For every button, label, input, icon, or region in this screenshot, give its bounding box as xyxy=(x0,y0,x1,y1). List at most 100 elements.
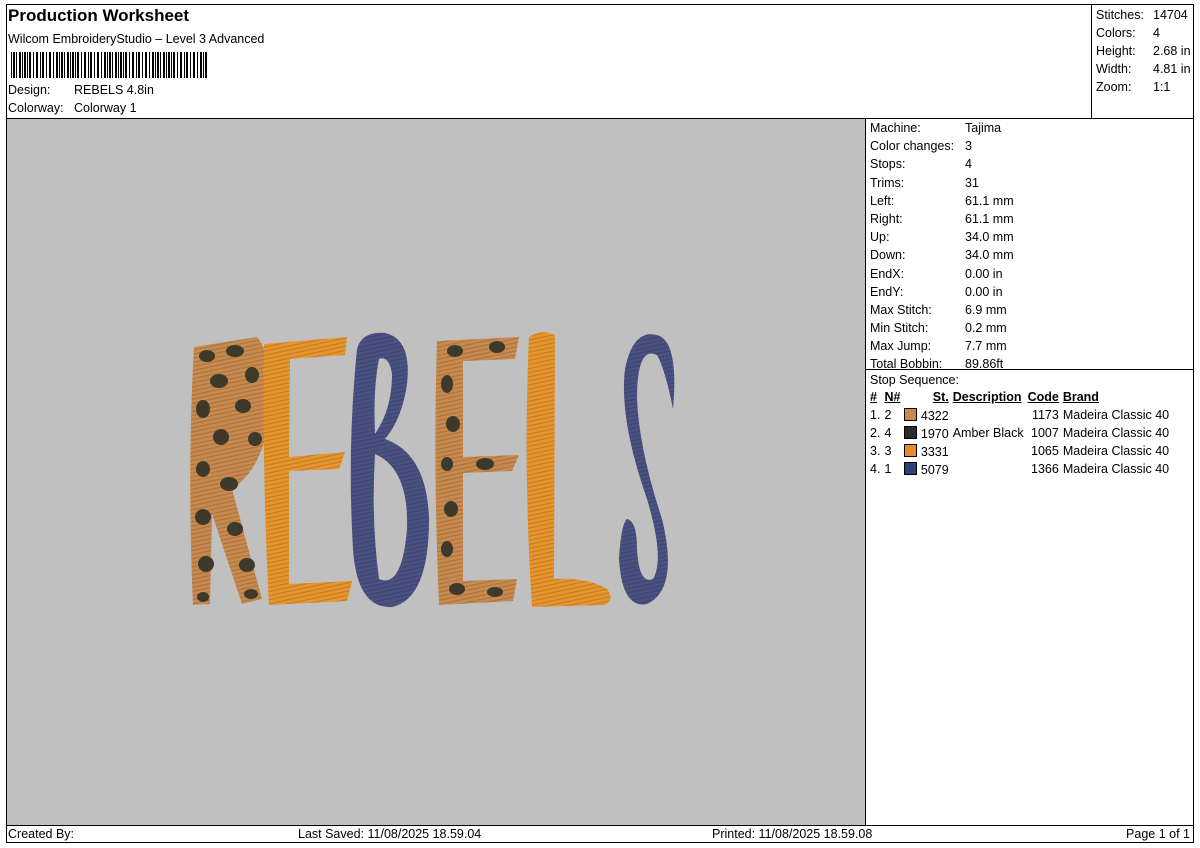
row-description xyxy=(951,442,1026,460)
page-title: Production Worksheet xyxy=(8,6,190,25)
row-code: 1173 xyxy=(1031,408,1059,422)
summary-row: Width: 4.81 in xyxy=(1096,60,1191,78)
spec-value: Tajima xyxy=(965,121,1002,135)
row-needle: 2 xyxy=(884,408,892,422)
spec-row: Max Jump: 7.7 mm xyxy=(870,337,1014,355)
summary-label: Stitches: xyxy=(1096,8,1144,22)
summary-panel: Stitches: 14704 Colors: 4 Height: 2.68 in W… xyxy=(1096,6,1191,96)
last-saved: Last Saved: 11/08/2025 18.59.04 xyxy=(298,827,482,841)
col-header-code: Code xyxy=(1027,390,1059,404)
spec-row: Stops: 4 xyxy=(870,155,1014,173)
summary-row: Zoom: 1:1 xyxy=(1096,78,1191,96)
spec-value: 3 xyxy=(965,139,972,154)
spec-label: Stops: xyxy=(870,157,906,172)
design-row: Design: REBELS 4.8in xyxy=(8,83,154,97)
col-header-num: # xyxy=(870,390,877,404)
spec-row: Max Stitch: 6.9 mm xyxy=(870,301,1014,319)
letter-r xyxy=(190,337,271,605)
spec-row: Trims: 31 xyxy=(870,174,1014,192)
row-num: 4. xyxy=(870,462,881,476)
row-description xyxy=(951,406,1026,424)
table-row: 4. 1 5079 1366 Madeira Classic 40 xyxy=(868,460,1171,478)
summary-value: 4.81 in xyxy=(1153,62,1191,76)
letter-s xyxy=(619,334,675,605)
summary-label: Height: xyxy=(1096,44,1136,58)
spec-label: Max Stitch: xyxy=(870,302,932,317)
spec-value: 61.1 mm xyxy=(965,193,1014,208)
embroidery-design-image xyxy=(190,332,675,608)
barcode-icon xyxy=(11,52,207,78)
spec-value: 0.2 mm xyxy=(965,321,1007,336)
spec-row: Min Stitch: 0.2 mm xyxy=(870,319,1014,337)
letter-e-2 xyxy=(435,337,519,605)
spec-value: 0.00 in xyxy=(965,284,1003,299)
stop-sequence-table: # N# St. Description Code Brand 1. 2 4322… xyxy=(868,388,1171,478)
spec-value: 7.7 mm xyxy=(965,339,1007,354)
table-row: 1. 2 4322 1173 Madeira Classic 40 xyxy=(868,406,1171,424)
spec-row: Up: 34.0 mm xyxy=(870,228,1014,246)
spec-label: Color changes: xyxy=(870,139,955,154)
row-description: Amber Black xyxy=(952,426,1024,440)
spec-row: Total Bobbin: 89.86ft xyxy=(870,355,1014,373)
spec-label: EndY: xyxy=(870,284,904,299)
col-header-brand: Brand xyxy=(1062,390,1099,404)
row-brand: Madeira Classic 40 xyxy=(1062,426,1170,440)
row-description xyxy=(951,460,1026,478)
machine-specs: Machine: Tajima Color changes: 3 Stops: 4 T… xyxy=(870,119,1014,374)
design-value: REBELS 4.8in xyxy=(74,83,154,97)
software-name: Wilcom EmbroideryStudio – Level 3 Advanc… xyxy=(8,32,265,46)
row-stitches: 1970 xyxy=(902,424,950,442)
spec-value: 4 xyxy=(965,157,972,172)
spec-value: 0.00 in xyxy=(965,266,1003,281)
row-code: 1366 xyxy=(1031,462,1059,476)
summary-value: 2.68 in xyxy=(1153,44,1191,58)
row-stitches: 3331 xyxy=(902,442,950,460)
footer-divider xyxy=(6,825,1194,826)
col-header-description: Description xyxy=(952,390,1022,404)
summary-row: Colors: 4 xyxy=(1096,24,1191,42)
summary-label: Width: xyxy=(1096,62,1132,76)
spec-label: Trims: xyxy=(870,175,905,190)
spec-label: Machine: xyxy=(870,121,921,135)
spec-value: 34.0 mm xyxy=(965,230,1014,245)
row-num: 2. xyxy=(870,426,881,440)
spec-value: 61.1 mm xyxy=(965,211,1014,226)
created-by: Created By: xyxy=(8,827,75,841)
colorway-value: Colorway 1 xyxy=(74,101,137,115)
printed-date: Printed: 11/08/2025 18.59.08 xyxy=(712,827,873,841)
row-brand: Madeira Classic 40 xyxy=(1062,408,1170,422)
row-brand: Madeira Classic 40 xyxy=(1062,462,1170,476)
page-number: Page 1 of 1 xyxy=(1126,827,1190,841)
header-divider-vertical xyxy=(1091,4,1092,119)
row-needle: 1 xyxy=(884,462,892,476)
preview-divider xyxy=(865,118,866,825)
spec-value: 31 xyxy=(965,175,979,190)
row-num: 3. xyxy=(870,444,881,458)
color-swatch xyxy=(904,407,918,421)
spec-row: Machine: Tajima xyxy=(870,119,1014,137)
row-brand: Madeira Classic 40 xyxy=(1062,444,1170,458)
letter-b xyxy=(350,332,429,608)
color-swatch xyxy=(904,425,918,439)
color-swatch xyxy=(904,443,918,457)
row-stitches: 5079 xyxy=(902,460,950,478)
stop-sequence-title: Stop Sequence: xyxy=(870,373,959,387)
colorway-label: Colorway: xyxy=(8,101,64,115)
summary-value: 1:1 xyxy=(1153,80,1171,94)
summary-label: Colors: xyxy=(1096,26,1136,40)
table-row: 2. 4 1970 Amber Black 1007 Madeira Classic 4… xyxy=(868,424,1171,442)
row-code: 1065 xyxy=(1031,444,1059,458)
spec-label: Min Stitch: xyxy=(870,321,929,336)
spec-row: EndY: 0.00 in xyxy=(870,283,1014,301)
summary-row: Stitches: 14704 xyxy=(1096,6,1191,24)
spec-row: Left: 61.1 mm xyxy=(870,192,1014,210)
table-header-row: # N# St. Description Code Brand xyxy=(868,388,1171,406)
color-swatch xyxy=(904,461,918,475)
table-row: 3. 3 3331 1065 Madeira Classic 40 xyxy=(868,442,1171,460)
spec-value: 6.9 mm xyxy=(965,302,1007,317)
spec-label: Down: xyxy=(870,248,906,263)
spec-value: 89.86ft xyxy=(965,357,1004,372)
letter-e-1 xyxy=(263,337,352,605)
spec-row: Down: 34.0 mm xyxy=(870,246,1014,264)
summary-row: Height: 2.68 in xyxy=(1096,42,1191,60)
